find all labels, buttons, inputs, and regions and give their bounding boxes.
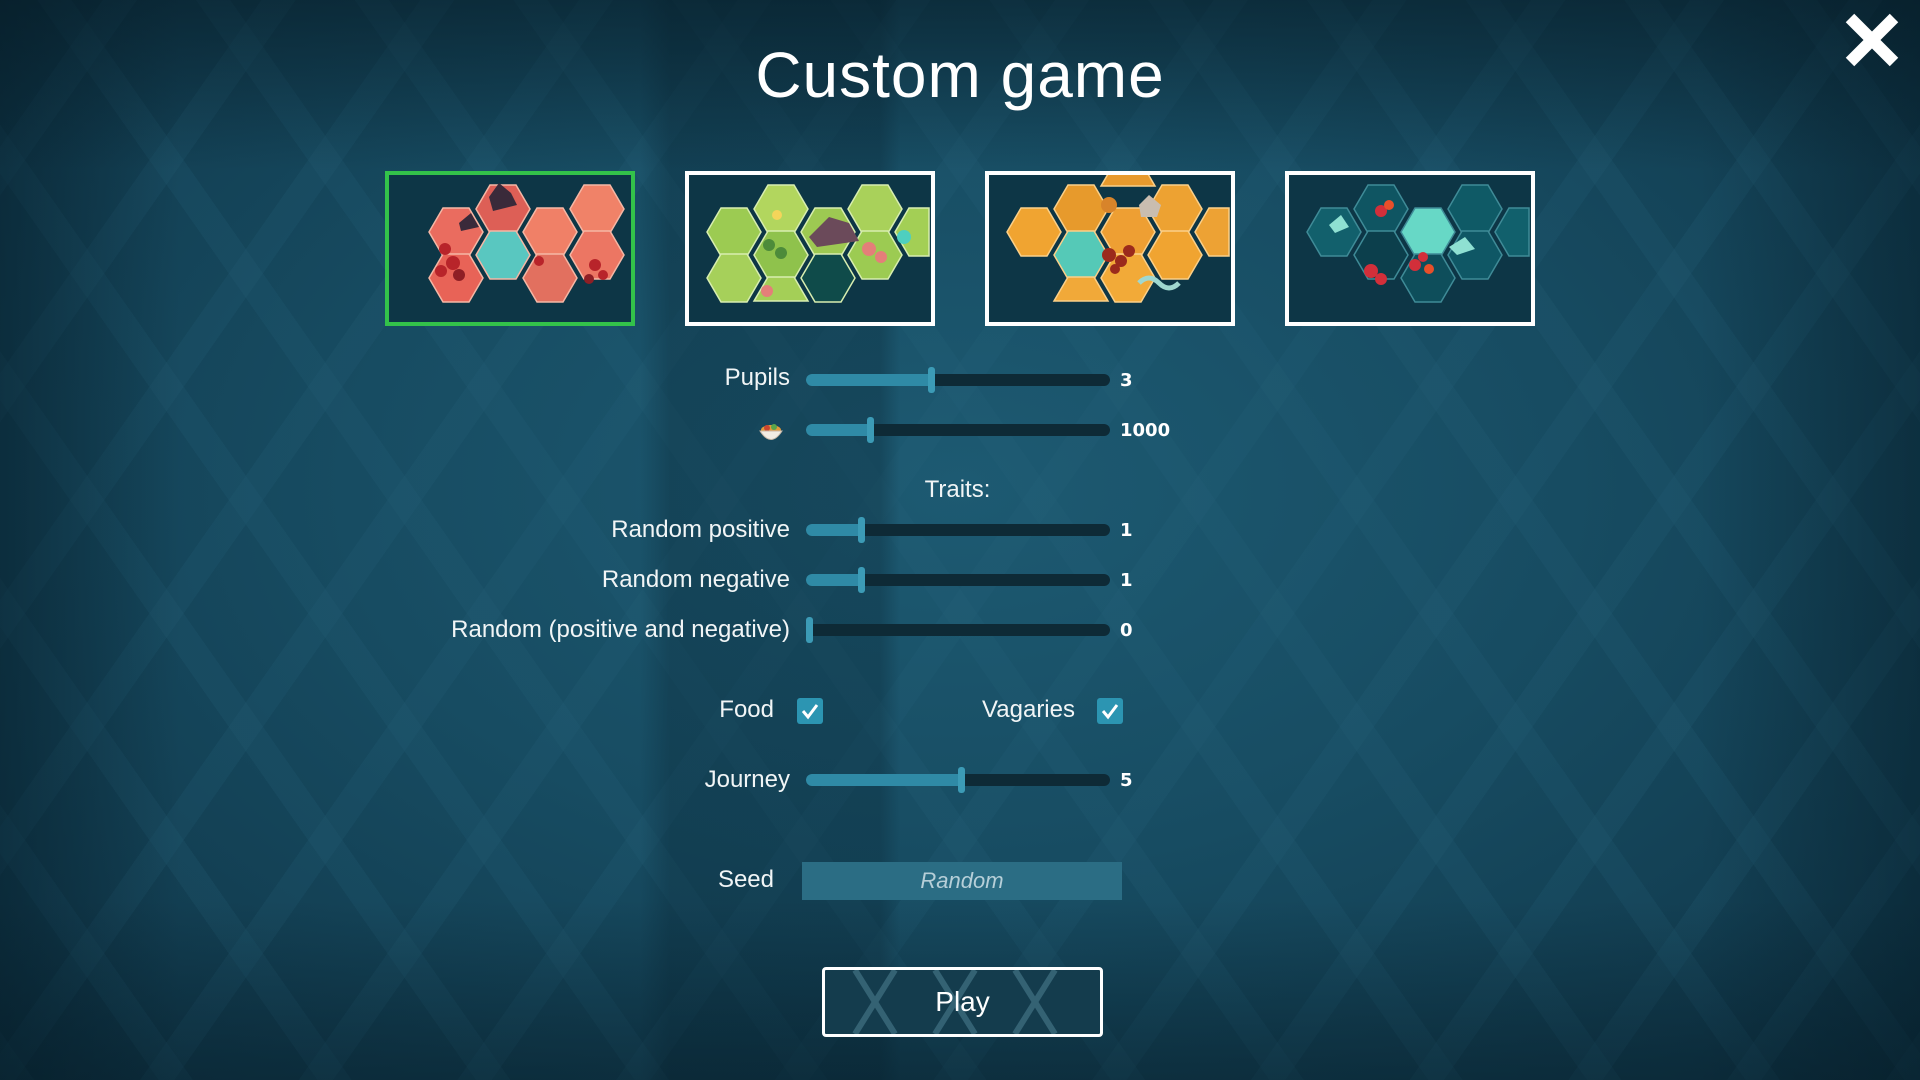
seed-label: Seed [717, 866, 774, 893]
journey-value: 5 [1120, 770, 1133, 791]
play-button[interactable]: Play [822, 967, 1103, 1037]
slider-thumb[interactable] [806, 617, 813, 643]
vagaries-checkbox[interactable] [1097, 698, 1123, 724]
vagaries-toggle-label: Vagaries [982, 696, 1075, 723]
seed-input[interactable] [802, 862, 1122, 900]
food-amount-value: 1000 [1120, 420, 1171, 441]
pupils-slider[interactable] [806, 367, 1110, 393]
random-negative-label: Random negative [601, 566, 790, 593]
pupils-value: 3 [1120, 370, 1133, 391]
random-negative-value: 1 [1120, 570, 1133, 591]
map-option-green[interactable] [685, 171, 935, 326]
food-toggle-label: Food [719, 696, 774, 723]
journey-label: Journey [704, 766, 790, 793]
slider-thumb[interactable] [858, 517, 865, 543]
orange-map-thumbnail [1006, 175, 1230, 303]
random-mixed-label: Random (positive and negative) [451, 616, 790, 643]
random-mixed-value: 0 [1120, 620, 1133, 641]
slider-thumb[interactable] [867, 417, 874, 443]
slider-thumb[interactable] [958, 767, 965, 793]
random-negative-slider[interactable] [806, 567, 1110, 593]
map-option-orange[interactable] [985, 171, 1235, 326]
slider-thumb[interactable] [858, 567, 865, 593]
random-mixed-slider[interactable] [806, 617, 1110, 643]
background [0, 0, 1920, 1080]
food-checkbox[interactable] [797, 698, 823, 724]
random-positive-value: 1 [1120, 520, 1133, 541]
green-map-thumbnail [706, 184, 930, 303]
pupils-label: Pupils [724, 364, 790, 391]
checkmark-icon [801, 704, 819, 720]
random-positive-label: Random positive [611, 516, 790, 543]
random-positive-slider[interactable] [806, 517, 1110, 543]
slider-thumb[interactable] [928, 367, 935, 393]
journey-slider[interactable] [806, 767, 1110, 793]
traits-heading: Traits: [924, 476, 991, 503]
map-selector [385, 171, 1535, 326]
food-amount-slider[interactable] [806, 417, 1110, 443]
map-option-teal[interactable] [1285, 171, 1535, 326]
food-bowl-icon [757, 418, 785, 446]
autumn-map-thumbnail [428, 183, 625, 303]
play-label: Play [935, 986, 990, 1017]
checkmark-icon [1101, 704, 1119, 720]
map-option-autumn[interactable] [385, 171, 635, 326]
teal-map-thumbnail [1306, 184, 1530, 303]
page-title: Custom game [755, 39, 1165, 111]
